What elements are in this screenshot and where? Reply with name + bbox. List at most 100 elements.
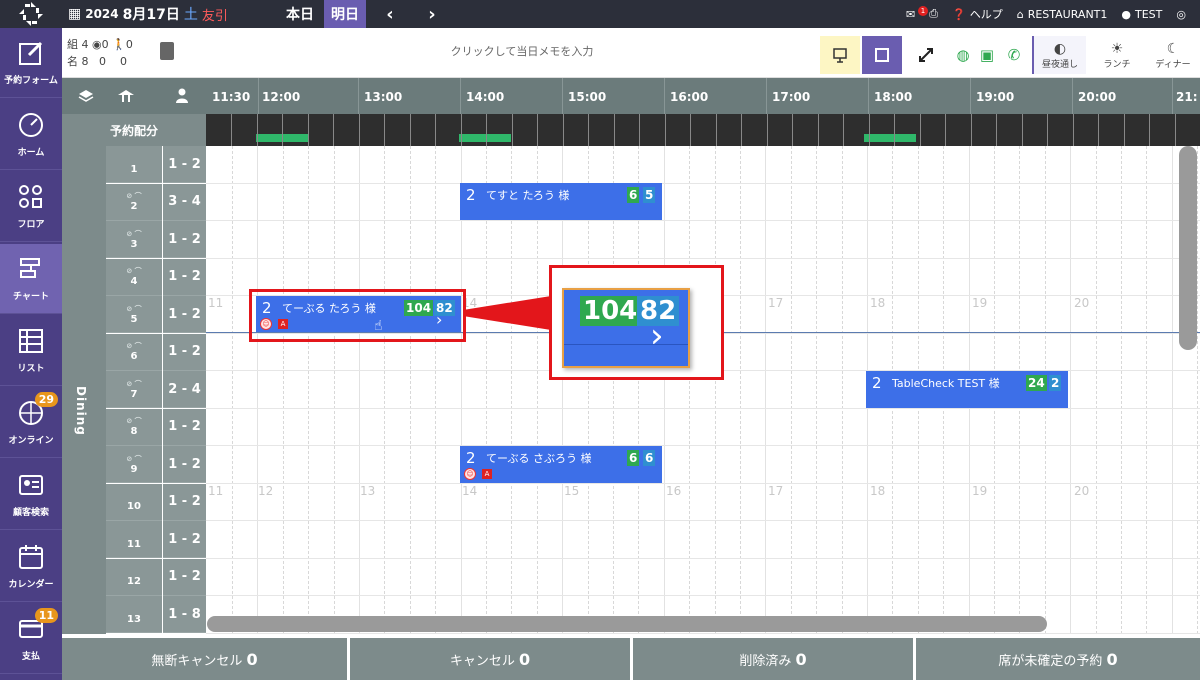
time-label: 15:00 (568, 90, 607, 104)
reservation-block[interactable]: 2 てすと たろう 様 6 5 (460, 183, 662, 220)
table-capacity: 1 - 2 (163, 333, 206, 371)
table-row[interactable]: ⊘ ⌒ 6 1 - 2 (106, 333, 206, 372)
no-smoking-icon: ⊘ ⌒ (126, 342, 142, 350)
online-count-badge: 29 (34, 392, 58, 407)
table-row[interactable]: ⊘ ⌒ 3 1 - 2 (106, 221, 206, 259)
expand-button[interactable] (908, 36, 944, 74)
sidebar-item-online[interactable]: オンライン 29 (0, 388, 62, 458)
allocation-divider (919, 114, 921, 146)
grid-row-line (206, 445, 1200, 446)
table-number-cell: ⊘ ⌒ 3 (106, 221, 162, 258)
chevron-right-icon: › (650, 316, 664, 356)
notifications-button[interactable]: ✉ 1 (906, 5, 928, 21)
table-row[interactable]: 12 1 - 2 (106, 558, 206, 597)
daily-memo-input[interactable]: クリックして当日メモを入力 (232, 38, 812, 66)
sidebar-item-list[interactable]: リスト (0, 316, 62, 386)
sidebar-item-label: 顧客検索 (12, 508, 49, 518)
faint-hour-label: 18 (870, 296, 886, 310)
cancel-button[interactable]: キャンセル 0 (350, 638, 630, 680)
square-view-button[interactable] (862, 36, 902, 74)
allocation-divider (970, 114, 972, 146)
web-filter-button[interactable]: ◍ (952, 36, 974, 74)
clipboard-filter-button[interactable]: ▣ (976, 36, 998, 74)
table-row[interactable]: ⊘ ⌒ 7 2 - 4 (106, 371, 206, 409)
allocation-divider (1149, 114, 1150, 146)
restaurant-button[interactable]: ⌂ RESTAURANT1 (1017, 8, 1108, 21)
time-label: 11:30 (212, 90, 251, 104)
globe-icon: ◍ (956, 46, 970, 64)
allocation-divider (690, 114, 691, 146)
no-show-cancel-button[interactable]: 無断キャンセル 0 (62, 638, 347, 680)
whiteboard-button[interactable] (820, 36, 860, 74)
globe-icon: ◎ (1176, 7, 1186, 21)
memo-book-icon[interactable] (160, 42, 174, 60)
sidebar-item-home[interactable]: ホーム (0, 100, 62, 170)
mode-dinner[interactable]: ☾ ディナー (1146, 36, 1200, 74)
party-size: 2 (466, 186, 476, 204)
table-row[interactable]: ⊘ ⌒ 4 1 - 2 (106, 258, 206, 297)
table-row[interactable]: ⊘ ⌒ 9 1 - 2 (106, 446, 206, 484)
table-row[interactable]: 11 1 - 2 (106, 521, 206, 559)
table-icon[interactable] (108, 78, 144, 114)
vertical-scrollbar[interactable] (1179, 146, 1197, 350)
online-group-count: 0 (101, 38, 109, 51)
sidebar-item-label: オンライン (8, 436, 54, 446)
sidebar-item-payment[interactable]: 支払 11 (0, 604, 62, 674)
sidebar-item-chart[interactable]: チャート (0, 244, 62, 314)
horizontal-scrollbar[interactable] (207, 616, 1047, 632)
reservation-block[interactable]: 2 TableCheck TEST 様 24 2 (866, 371, 1068, 408)
mode-all-day[interactable]: ◐ 昼夜通し (1032, 36, 1086, 74)
unassigned-seat-button[interactable]: 席が未確定の予約 0 (916, 638, 1200, 680)
deleted-button[interactable]: 削除済み 0 (633, 638, 913, 680)
sidebar-item-reservation-form[interactable]: 予約フォーム (0, 28, 62, 98)
phone-filter-button[interactable]: ✆ (1002, 36, 1026, 74)
chart-grid[interactable]: 2019181716151413121120191817161514131211… (206, 146, 1200, 634)
mode-label: ディナー (1155, 59, 1191, 70)
footer-count: 0 (518, 649, 531, 669)
app-logo[interactable] (0, 0, 62, 28)
grid-row-line (206, 632, 1200, 634)
mode-lunch[interactable]: ☀ ランチ (1090, 36, 1144, 74)
help-button[interactable]: ❓ ヘルプ (952, 6, 1003, 22)
table-row[interactable]: 10 1 - 2 (106, 483, 206, 522)
sidebar-item-label: カレンダー (8, 580, 54, 590)
day-of-week: 土 (183, 7, 198, 23)
table-row[interactable]: 1 1 - 2 (106, 146, 206, 184)
rokuyo: 友引 (201, 8, 228, 24)
allocation-divider (256, 114, 258, 146)
table-row[interactable]: ⊘ ⌒ 8 1 - 2 (106, 408, 206, 447)
time-tick (358, 78, 359, 114)
callout-arrow (463, 296, 551, 330)
faint-hour-label: 13 (360, 484, 376, 498)
allocation-divider (1047, 114, 1048, 146)
table-number: 5 (130, 313, 138, 325)
edit-icon (19, 41, 43, 65)
table-number-cell: 10 (106, 483, 162, 521)
today-button[interactable]: 本日 (278, 0, 322, 28)
prev-day-button[interactable]: ‹ (376, 0, 404, 28)
payment-count-badge: 11 (34, 608, 58, 623)
language-button[interactable]: ◎ (1176, 8, 1186, 21)
table-row[interactable]: ⊘ ⌒ 5 1 - 2 (106, 296, 206, 334)
table-row[interactable]: ⊘ ⌒ 2 3 - 4 (106, 183, 206, 222)
allocation-divider (868, 114, 870, 146)
calendar-icon: ▦ (68, 6, 82, 22)
next-day-button[interactable]: › (418, 0, 446, 28)
date-display[interactable]: ▦ 2024 8月17日 土 友引 (68, 0, 228, 28)
grid-row-line (206, 182, 1200, 184)
table-capacity: 3 - 4 (163, 183, 206, 221)
tomorrow-button[interactable]: 明日 (324, 0, 366, 28)
table-row[interactable]: 13 1 - 8 (106, 596, 206, 634)
person-icon[interactable] (164, 78, 200, 114)
sidebar-item-customer-search[interactable]: 顧客検索 (0, 460, 62, 530)
layers-icon[interactable] (68, 78, 104, 114)
faint-hour-label: 19 (972, 484, 988, 498)
sidebar-item-calendar[interactable]: カレンダー (0, 532, 62, 602)
sidebar-item-floor[interactable]: フロア (0, 172, 62, 242)
user-button[interactable]: ● TEST (1121, 8, 1162, 21)
guest-name: TableCheck TEST 様 (892, 377, 1000, 390)
footer-count: 0 (795, 649, 807, 669)
print-button[interactable]: ⎙ (929, 7, 938, 21)
reservation-block[interactable]: 2 てーぶる さぶろう 様 6 6 ☺ A (460, 446, 662, 483)
clipboard-icon: ▣ (979, 46, 995, 64)
